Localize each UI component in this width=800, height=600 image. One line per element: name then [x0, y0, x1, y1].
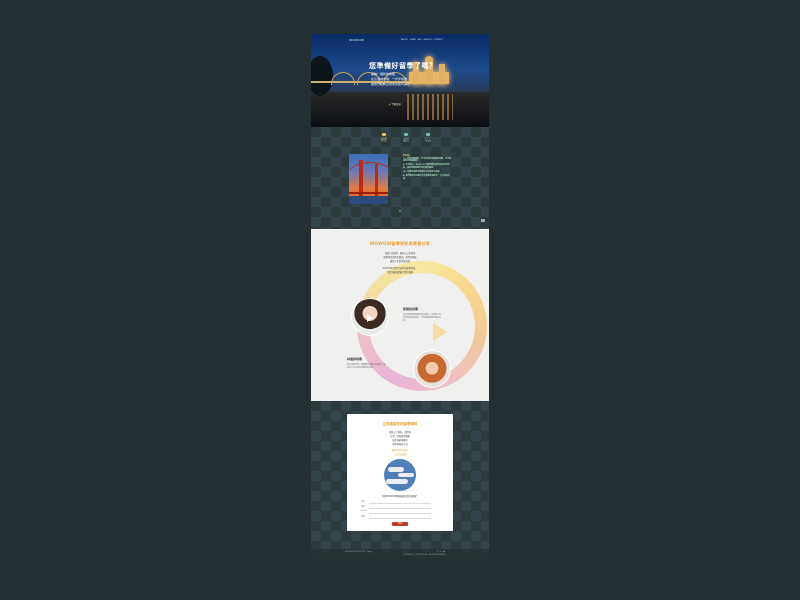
- testimonial-heading: WOWOW留學資訊與學員分享: [369, 241, 431, 246]
- field-label: 姓名: [361, 501, 366, 503]
- hero-line: 讓我們陪你完成你的留學夢想: [371, 82, 411, 86]
- golden-gate-photo: [349, 154, 388, 204]
- intro-line: 讓你少走很多冤枉路: [390, 260, 410, 263]
- hero-line: 開始一個新的旅程: [371, 72, 396, 76]
- top-nav: WOWOW ABOUT · WHAT · FAQ · SIGN UP · CON…: [311, 37, 489, 43]
- footer-copyright: COPYRIGHT © WOWOW ALL RIGHTS RESERVED: [403, 554, 446, 556]
- landing-page-mockup: WOWOW ABOUT · WHAT · FAQ · SIGN UP · CON…: [311, 34, 489, 558]
- nav-menu[interactable]: ABOUT · WHAT · FAQ · SIGN UP · CONTACT: [401, 39, 443, 41]
- form-line: 留學路線與方案: [392, 443, 408, 446]
- faq-paragraph: A. 不用擔心，WOWOW 的顧問會依照你的需求與預算，協助規劃最適合你的留學路…: [403, 164, 450, 169]
- testimonial-name: 林雅婷同學: [347, 357, 363, 361]
- tab-sub: TRAVEL: [402, 141, 410, 143]
- faq-paragraph: A. 我們會提供完整的文件清單並協助你一步步完成申請。: [403, 175, 450, 180]
- faq-paragraph: Q2. 出國前需要準備哪些文件與語言成績？: [403, 170, 442, 173]
- testimonial-name: 蔡佩怡同學: [403, 307, 419, 311]
- testimonial-text: 從申請到出發，顧問都非常細心的協助，讓我可以安心地完成留學的夢想。: [347, 364, 386, 369]
- site-logo[interactable]: WOWOW: [349, 38, 364, 42]
- hero-title: 您準備好留學了嗎？: [369, 62, 437, 70]
- category-tabs: 留學 STUDY 遊學 TRAVEL 打工 WORK: [377, 133, 437, 143]
- avatar[interactable]: [413, 350, 451, 388]
- ring-arrow: [433, 323, 447, 341]
- avatar[interactable]: [351, 298, 389, 336]
- tab-travel[interactable]: 遊學 TRAVEL: [399, 133, 413, 143]
- hero-cta-button[interactable]: ▸ 了解更多: [389, 102, 401, 106]
- form-question: 你對WOWOW哪項服務比較有興趣？: [381, 495, 419, 498]
- hero-section: WOWOW ABOUT · WHAT · FAQ · SIGN UP · CON…: [311, 34, 489, 127]
- field-label: 電話: [361, 506, 366, 508]
- briefcase-icon: [426, 133, 430, 136]
- faq-text: FAQ Q1. 我想出國留學，但不知道該怎麼開始準備，也不知道要去哪個國家？ A…: [403, 154, 453, 182]
- plane-icon: [404, 133, 408, 136]
- hero-reflection: [407, 94, 453, 120]
- testimonial-text: 這次的留學經驗讓我成長很多，也認識了來自世界各地的朋友，非常推薦給想出國的大家。: [403, 314, 442, 322]
- faq-heading: FAQ: [403, 153, 410, 157]
- signup-card: 立刻填寫你的留學資料 填寫以下資料，我們會 在第一時間與你聯繫 幫你規劃專屬的 …: [347, 414, 453, 531]
- hero-tree: [311, 56, 333, 96]
- other-field[interactable]: [369, 514, 431, 519]
- form-title: 立刻填寫你的留學資料: [382, 422, 418, 426]
- bridge-arch: [331, 72, 355, 85]
- tab-sub: WORK: [425, 141, 431, 143]
- tab-study[interactable]: 留學 STUDY: [377, 133, 391, 143]
- form-highlight: 一起完成夢想: [393, 453, 407, 456]
- submit-button[interactable]: 送出: [392, 522, 408, 526]
- intro-line: 也給你最專業最完整的服務: [386, 271, 414, 274]
- faq-section: 留學 STUDY 遊學 TRAVEL 打工 WORK FAQ Q1. 我想出國留: [311, 127, 489, 229]
- footer-address: WOWOW STUDY TOUR · Taipei: [345, 551, 373, 553]
- tab-sub: STUDY: [381, 141, 387, 143]
- hero-water: [311, 92, 489, 127]
- globe-illustration: [384, 459, 416, 491]
- signup-section: 立刻填寫你的留學資料 填寫以下資料，我們會 在第一時間與你聯繫 幫你規劃專屬的 …: [311, 401, 489, 549]
- pager-dot[interactable]: [399, 210, 401, 212]
- social-icons[interactable]: f ◎ ◆: [437, 550, 445, 553]
- scroll-top-icon[interactable]: [481, 219, 485, 222]
- field-label: 其他: [361, 516, 366, 518]
- faq-paragraph: Q1. 我想出國留學，但不知道該怎麼開始準備，也不知道要去哪個國家？: [403, 157, 452, 163]
- book-icon: [382, 133, 386, 136]
- hero-line: 在這個城市裡，一步步前進: [371, 77, 408, 81]
- field-label: Email: [361, 510, 367, 512]
- play-icon[interactable]: [367, 314, 373, 322]
- footer: WOWOW STUDY TOUR · Taipei COPYRIGHT © WO…: [311, 549, 489, 558]
- testimonial-section: WOWOW留學資訊與學員分享 每個人的留學，都有自己的故事 聽聽學長姐們怎麼說，…: [311, 229, 489, 401]
- tab-work[interactable]: 打工 WORK: [421, 133, 435, 143]
